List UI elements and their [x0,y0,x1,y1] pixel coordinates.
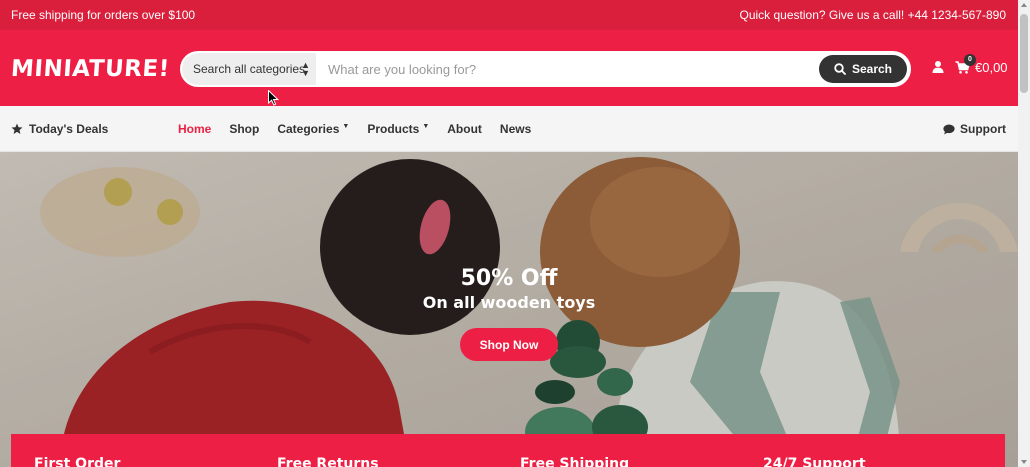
feature-free-shipping: Free Shipping [520,456,630,467]
nav-item-home[interactable]: Home [178,122,211,136]
todays-deals-link[interactable]: Today's Deals [11,122,108,136]
nav-item-label: Home [178,122,212,136]
nav-item-label: Products [367,122,420,136]
hero-banner: 50% Off On all wooden toys Shop Now [0,152,1018,467]
free-shipping-notice: Free shipping for orders over $100 [11,8,196,22]
select-arrows-icon: ▲ ▼ [301,60,310,78]
nav-item-categories[interactable]: Categories ▼ [277,122,349,136]
mouse-cursor-icon [268,90,279,106]
search-bar: Search all categories ▲▼ Search [180,51,911,87]
chevron-down-icon: ▼ [422,122,430,130]
search-button[interactable]: Search [819,55,907,83]
support-link[interactable]: Support [943,122,1006,136]
nav-item-label: Shop [229,122,260,136]
hero-title: 50% Off [460,266,558,291]
site-header: MINIATURE! Search all categories ▲▼ Sear… [0,30,1018,106]
chevron-down-icon: ▼ [342,122,350,130]
search-icon [834,63,846,75]
feature-first-order: First Order [34,456,121,467]
chat-bubble-icon [943,124,955,134]
cart-count-badge: 0 [964,54,976,66]
cart-total: €0,00 [975,60,1008,75]
feature-free-returns: Free Returns [277,456,379,467]
search-input[interactable] [328,62,808,77]
nav-item-label: Categories [277,122,340,136]
cart-button[interactable]: 0 €0,00 [955,54,1008,75]
hero-subtitle: On all wooden toys [422,293,596,312]
nav-item-news[interactable]: News [500,122,531,136]
todays-deals-label: Today's Deals [29,122,109,136]
scroll-up-arrow-icon[interactable] [1021,3,1027,7]
top-bar: Free shipping for orders over $100 Quick… [0,0,1018,30]
scrollbar-thumb[interactable] [1020,14,1028,93]
nav-item-about[interactable]: About [447,122,482,136]
category-select-label: Search all categories [193,62,306,76]
support-label: Support [960,122,1006,136]
scroll-down-arrow-icon[interactable] [1021,460,1027,464]
features-strip: First Order Free Returns Free Shipping 2… [11,434,1005,467]
feature-support: 24/7 Support [763,456,866,467]
nav-item-products[interactable]: Products ▼ [367,122,429,136]
shop-now-button[interactable]: Shop Now [460,328,558,361]
user-icon[interactable] [931,60,945,74]
star-icon [11,123,23,134]
main-navigation: Today's Deals Home Shop Categories ▼ Prod… [0,106,1018,152]
site-logo[interactable]: MINIATURE! [10,56,170,82]
nav-item-shop[interactable]: Shop [229,122,259,136]
nav-menu: Home Shop Categories ▼ Products ▼ About Ne… [178,122,549,136]
nav-item-label: About [447,122,482,136]
nav-item-label: News [499,122,532,136]
page-scrollbar[interactable] [1018,0,1030,467]
category-select[interactable]: Search all categories ▲ ▼ [182,53,316,85]
search-button-label: Search [851,62,893,76]
contact-notice[interactable]: Quick question? Give us a call! +44 1234… [739,8,1006,22]
